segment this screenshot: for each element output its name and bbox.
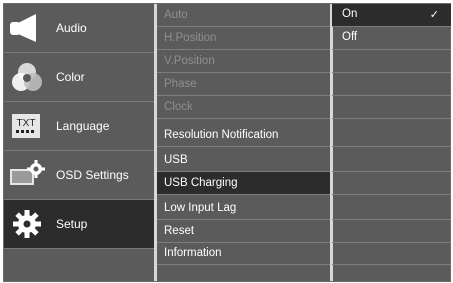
main-menu-item-setup[interactable]: Setup [4, 200, 154, 249]
main-menu: Audio Color TXT Language OSD Settings Se… [4, 4, 154, 281]
option-empty-row [332, 172, 451, 195]
option-label: Off [342, 31, 358, 43]
svg-text:TXT: TXT [17, 118, 36, 129]
sub-menu-label: Information [164, 247, 222, 259]
sub-menu-label: Resolution Notification [164, 129, 279, 141]
main-menu-label: OSD Settings [56, 168, 129, 182]
speaker-icon [10, 14, 36, 42]
sub-menu-label: H.Position [164, 32, 217, 44]
sub-menu-item-phase[interactable]: Phase [157, 73, 330, 96]
sub-menu-label: V.Position [164, 55, 215, 67]
sub-menu-item-clock[interactable]: Clock [157, 96, 330, 119]
main-menu-item-color[interactable]: Color [4, 53, 154, 102]
osd-gear-monitor-icon [10, 160, 45, 185]
sub-menu: Auto H.Position V.Position Phase Clock R… [157, 4, 330, 281]
sub-menu-item-low-input-lag[interactable]: Low Input Lag [157, 197, 330, 220]
txt-keyboard-icon: TXT [12, 114, 40, 138]
sub-menu-empty-row [157, 265, 330, 283]
main-menu-label: Language [56, 119, 110, 133]
main-menu-label: Color [56, 70, 85, 84]
options-menu: On ✓ Off [332, 4, 451, 281]
sub-menu-item-auto[interactable]: Auto [157, 4, 330, 27]
main-menu-label: Setup [56, 217, 88, 231]
sub-menu-item-usb-charging[interactable]: USB Charging [157, 172, 330, 195]
sub-menu-label: Clock [164, 101, 193, 113]
sub-menu-label: Low Input Lag [164, 202, 237, 214]
main-menu-item-audio[interactable]: Audio [4, 4, 154, 53]
sub-menu-item-usb[interactable]: USB [157, 149, 330, 172]
sub-menu-item-v-position[interactable]: V.Position [157, 50, 330, 73]
option-empty-row [332, 96, 451, 119]
main-menu-item-language[interactable]: TXT Language [4, 102, 154, 151]
sub-menu-label: Reset [164, 225, 195, 237]
checkmark-icon: ✓ [429, 8, 439, 21]
option-empty-row [332, 124, 451, 147]
sub-menu-label: USB Charging [164, 177, 238, 189]
option-on[interactable]: On ✓ [332, 4, 451, 27]
main-menu-item-osd-settings[interactable]: OSD Settings [4, 151, 154, 200]
main-menu-label: Audio [56, 21, 87, 35]
sub-menu-label: USB [164, 154, 188, 166]
option-empty-row [332, 220, 451, 243]
gear-icon [13, 210, 41, 238]
option-empty-row [332, 242, 451, 265]
osd-menu: Audio Color TXT Language OSD Settings Se… [3, 3, 451, 282]
option-empty-row [332, 73, 451, 96]
sub-menu-item-h-position[interactable]: H.Position [157, 27, 330, 50]
option-empty-row [332, 197, 451, 220]
sub-menu-item-information[interactable]: Information [157, 242, 330, 265]
color-circles-icon [12, 63, 42, 91]
option-empty-row [332, 149, 451, 172]
sub-menu-item-resolution-notification[interactable]: Resolution Notification [157, 124, 330, 147]
sub-menu-item-reset[interactable]: Reset [157, 220, 330, 243]
option-empty-row [332, 50, 451, 73]
sub-menu-label: Auto [164, 9, 188, 21]
option-label: On [342, 8, 358, 20]
option-off[interactable]: Off [332, 27, 451, 50]
sub-menu-label: Phase [164, 78, 197, 90]
